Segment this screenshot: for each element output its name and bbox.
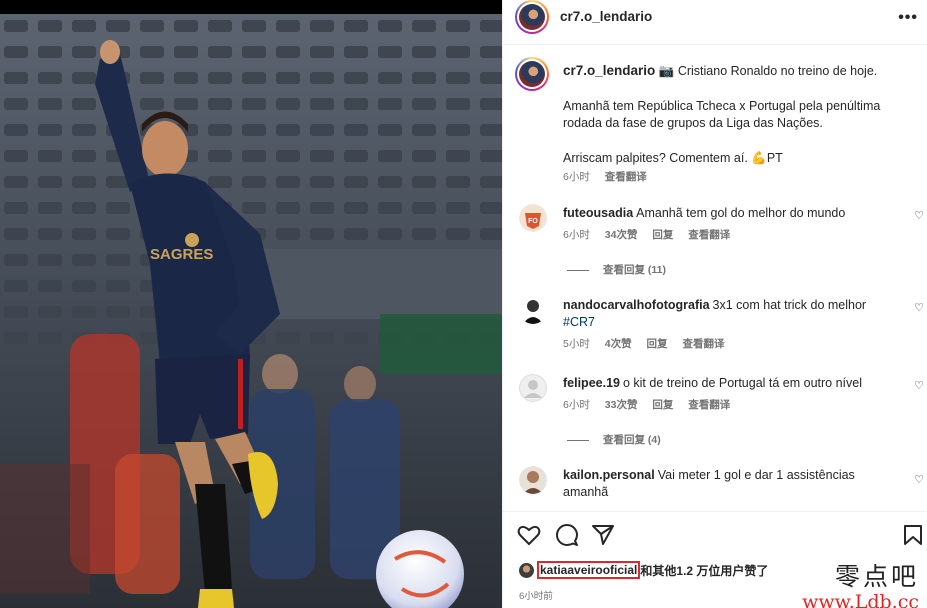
view-replies-button[interactable]: 查看回复 (11) <box>567 262 666 277</box>
post-time-ago: 6小时前 <box>519 591 553 602</box>
comment-username[interactable]: nandocarvalhofotografia <box>563 298 710 312</box>
reply-button[interactable]: 回复 <box>652 229 673 241</box>
more-icon[interactable]: ••• <box>898 9 918 27</box>
caption-time: 6小时 <box>563 171 590 183</box>
author-avatar[interactable] <box>515 0 549 34</box>
heart-icon[interactable]: ♡ <box>914 379 924 392</box>
heart-icon[interactable]: ♡ <box>914 473 924 486</box>
hashtag-link[interactable]: #CR7 <box>563 315 595 329</box>
share-icon[interactable] <box>591 524 615 549</box>
comment-time: 5小时 <box>563 338 590 350</box>
comment-icon[interactable] <box>555 524 579 549</box>
caption-username[interactable]: cr7.o_lendario <box>563 63 655 78</box>
svg-text:FO: FO <box>528 218 538 225</box>
comment-username[interactable]: kailon.personal <box>563 468 655 482</box>
heart-icon[interactable]: ♡ <box>914 209 924 222</box>
caption-avatar[interactable] <box>515 57 549 91</box>
caption-line-3: Arriscam palpites? Comentem aí. 💪PT <box>563 150 783 165</box>
translate-link[interactable]: 查看翻译 <box>688 399 730 411</box>
commenter-avatar[interactable] <box>519 374 547 402</box>
comment-text: 3x1 com hat trick do melhor <box>712 298 867 312</box>
liker-avatar[interactable] <box>519 562 534 578</box>
commenter-avatar[interactable]: FO <box>519 204 547 232</box>
comment-likes[interactable]: 34次赞 <box>605 229 638 241</box>
liker-username[interactable]: katiaaveirooficial <box>537 561 641 579</box>
view-replies-button[interactable]: 查看回复 (4) <box>567 432 661 447</box>
post-header: cr7.o_lendario ••• <box>503 0 927 45</box>
watermark-url: www.Ldb.cc <box>802 591 919 608</box>
watermark-chinese-text: 零点吧 <box>834 562 919 591</box>
instagram-post-view: SAGRES cr7.o_lendario ••• cr7.o_lendario… <box>0 0 927 608</box>
comment-time: 6小时 <box>563 399 590 411</box>
heart-icon[interactable] <box>517 524 541 549</box>
shirt-sponsor-text: SAGRES <box>150 246 213 263</box>
reply-button[interactable]: 回复 <box>647 338 668 350</box>
comment-text: o kit de treino de Portugal tá em outro … <box>622 376 863 390</box>
comment-likes[interactable]: 33次赞 <box>605 399 638 411</box>
post-actions-bar <box>503 511 927 555</box>
bookmark-icon[interactable] <box>903 524 923 549</box>
commenter-avatar[interactable] <box>519 296 547 324</box>
caption-translate-link[interactable]: 查看翻译 <box>605 171 647 183</box>
comment-username[interactable]: felipee.19 <box>563 376 620 390</box>
translate-link[interactable]: 查看翻译 <box>682 338 724 350</box>
translate-link[interactable]: 查看翻译 <box>688 229 730 241</box>
likes-count-text[interactable]: 和其他1.2 万位用户赞了 <box>640 562 768 579</box>
reply-button[interactable]: 回复 <box>652 399 673 411</box>
post-photo[interactable]: SAGRES <box>0 0 502 608</box>
post-detail-panel: cr7.o_lendario ••• cr7.o_lendario 📷 Cris… <box>502 0 927 608</box>
caption-line-1: 📷 Cristiano Ronaldo no treino de hoje. <box>658 64 878 78</box>
likes-summary[interactable]: katiaaveirooficial 和其他1.2 万位用户赞了 <box>519 561 768 579</box>
comment-time: 6小时 <box>563 229 590 241</box>
site-watermark: 零点吧 www.Ldb.cc <box>802 557 919 608</box>
comment-text: Amanhã tem gol do melhor do mundo <box>636 206 846 220</box>
comment-likes[interactable]: 4次赞 <box>605 338 632 350</box>
heart-icon[interactable]: ♡ <box>914 301 924 314</box>
training-photo-illustration: SAGRES <box>0 14 502 608</box>
photo-top-bar <box>0 0 502 14</box>
commenter-avatar[interactable] <box>519 466 547 494</box>
caption-line-2: Amanhã tem República Tcheca x Portugal p… <box>563 98 881 131</box>
author-username[interactable]: cr7.o_lendario <box>560 9 652 24</box>
comment-username[interactable]: futeousadia <box>563 206 633 220</box>
